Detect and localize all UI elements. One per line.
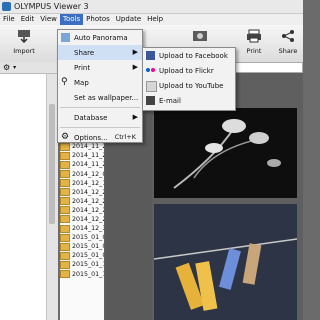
share-button[interactable]: Share — [270, 26, 306, 60]
folder-icon — [60, 179, 70, 188]
submenu-arrow-icon: ▶ — [132, 113, 138, 121]
menu-update[interactable]: Update — [113, 14, 144, 25]
flickr-icon — [146, 66, 155, 75]
share-label: Share — [278, 47, 298, 55]
youtube-icon — [146, 81, 157, 92]
folder-icon — [60, 242, 70, 251]
import-icon — [18, 30, 30, 44]
map-label: Map — [74, 78, 89, 87]
share-menu-label: Share — [74, 48, 95, 57]
folder-icon — [60, 197, 70, 206]
print-menu-label: Print — [74, 63, 91, 72]
menu-item-upload-flickr[interactable]: Upload to Flickr — [143, 63, 235, 78]
folder-icon — [60, 215, 70, 224]
flower-image — [154, 108, 297, 198]
menu-photos[interactable]: Photos — [83, 14, 113, 25]
options-label: Options... — [74, 133, 108, 142]
print-button[interactable]: Print — [236, 26, 272, 60]
folder-icon — [60, 233, 70, 242]
flickr-label: Upload to Flickr — [159, 66, 214, 75]
menu-item-set-wallpaper[interactable]: Set as wallpaper... — [58, 90, 142, 105]
folder-icon — [60, 206, 70, 215]
menu-bar: File Edit View Tools Photos Update Help — [0, 14, 303, 25]
menu-separator — [60, 127, 140, 128]
left-pane: ⚙ ▾ — [0, 62, 58, 320]
folder-item[interactable]: 2014_12_27 — [60, 215, 110, 224]
email-icon — [146, 96, 155, 105]
import-label: Import — [13, 47, 35, 55]
scroll-thumb[interactable] — [49, 104, 55, 224]
folder-icon — [60, 151, 70, 160]
folder-icon — [60, 170, 70, 179]
app-logo-icon — [2, 2, 11, 11]
facebook-label: Upload to Facebook — [159, 51, 228, 60]
folder-icon — [60, 160, 70, 169]
dropdown-icon[interactable]: ▾ — [13, 64, 16, 71]
menu-item-print[interactable]: Print ▶ — [58, 60, 142, 75]
wallpaper-label: Set as wallpaper... — [74, 93, 139, 102]
photo-thumbnail-flower[interactable] — [154, 108, 297, 198]
auto-panorama-label: Auto Panorama — [74, 33, 128, 42]
folder-icon — [60, 251, 70, 260]
menu-tools[interactable]: Tools — [59, 14, 84, 25]
database-label: Database — [74, 113, 108, 122]
folder-icon — [60, 270, 70, 279]
menu-item-map[interactable]: ⚲ Map — [58, 75, 142, 90]
folder-item[interactable]: 2014_11_29 — [60, 160, 110, 169]
menu-item-email[interactable]: E-mail — [143, 93, 235, 108]
menu-item-options[interactable]: ⚙ Options... Ctrl+K — [58, 130, 142, 145]
menu-file[interactable]: File — [0, 14, 18, 25]
menu-item-database[interactable]: Database ▶ — [58, 110, 142, 125]
submenu-arrow-icon: ▶ — [132, 48, 138, 56]
folder-item[interactable]: 2015_01_09 — [60, 251, 110, 260]
folder-item[interactable]: 2015_01_10 — [60, 260, 110, 269]
folder-item[interactable]: 2015_01_08 — [60, 242, 110, 251]
menu-separator — [60, 107, 140, 108]
folder-item[interactable]: 2014_12_31 — [60, 224, 110, 233]
photo-edit-icon — [193, 31, 207, 41]
title-bar: OLYMPUS Viewer 3 — [0, 0, 303, 14]
clothespin-image — [154, 204, 297, 320]
folder-item[interactable]: 2014_12_20 — [60, 188, 110, 197]
folder-icon — [60, 224, 70, 233]
photo-thumbnail-clothespins[interactable] — [154, 204, 297, 320]
print-label: Print — [246, 47, 262, 55]
import-button[interactable]: Import — [6, 26, 42, 60]
folder-item[interactable]: 2015_01_15 — [60, 270, 110, 279]
email-label: E-mail — [159, 96, 181, 105]
window-title: OLYMPUS Viewer 3 — [14, 2, 89, 11]
folder-item[interactable]: 2014_11_21 — [60, 151, 110, 160]
menu-view[interactable]: View — [37, 14, 60, 25]
share-submenu: Upload to Facebook Upload to Flickr Uplo… — [142, 47, 236, 111]
menu-item-share[interactable]: Share ▶ — [58, 45, 142, 60]
share-icon — [282, 30, 294, 42]
menu-edit[interactable]: Edit — [18, 14, 38, 25]
folder-item[interactable]: 2014_12_25 — [60, 206, 110, 215]
left-pane-header: ⚙ ▾ — [0, 62, 57, 74]
gear-icon: ⚙ — [61, 132, 70, 142]
youtube-label: Upload to YouTube — [159, 81, 224, 90]
folder-icon — [60, 188, 70, 197]
folder-tree — [0, 74, 58, 320]
folder-item[interactable]: 2014_12_24 — [60, 197, 110, 206]
menu-item-upload-facebook[interactable]: Upload to Facebook — [143, 48, 235, 63]
folder-item[interactable]: 2014_12_13 — [60, 179, 110, 188]
printer-icon — [247, 29, 261, 43]
facebook-icon — [146, 51, 155, 60]
tools-menu: Auto Panorama Share ▶ Print ▶ ⚲ Map Set … — [57, 29, 143, 143]
panorama-icon — [61, 33, 70, 42]
options-shortcut: Ctrl+K — [114, 133, 136, 141]
folder-item[interactable]: 2015_01_01 — [60, 233, 110, 242]
settings-icon[interactable]: ⚙ — [3, 63, 10, 72]
tree-column — [0, 74, 46, 320]
submenu-arrow-icon: ▶ — [132, 63, 138, 71]
menu-item-auto-panorama[interactable]: Auto Panorama — [58, 30, 142, 45]
folder-icon — [60, 260, 70, 269]
menu-help[interactable]: Help — [144, 14, 166, 25]
folder-item[interactable]: 2014_12_05 — [60, 169, 110, 179]
menu-item-upload-youtube[interactable]: Upload to YouTube — [143, 78, 235, 93]
map-pin-icon: ⚲ — [61, 77, 68, 87]
